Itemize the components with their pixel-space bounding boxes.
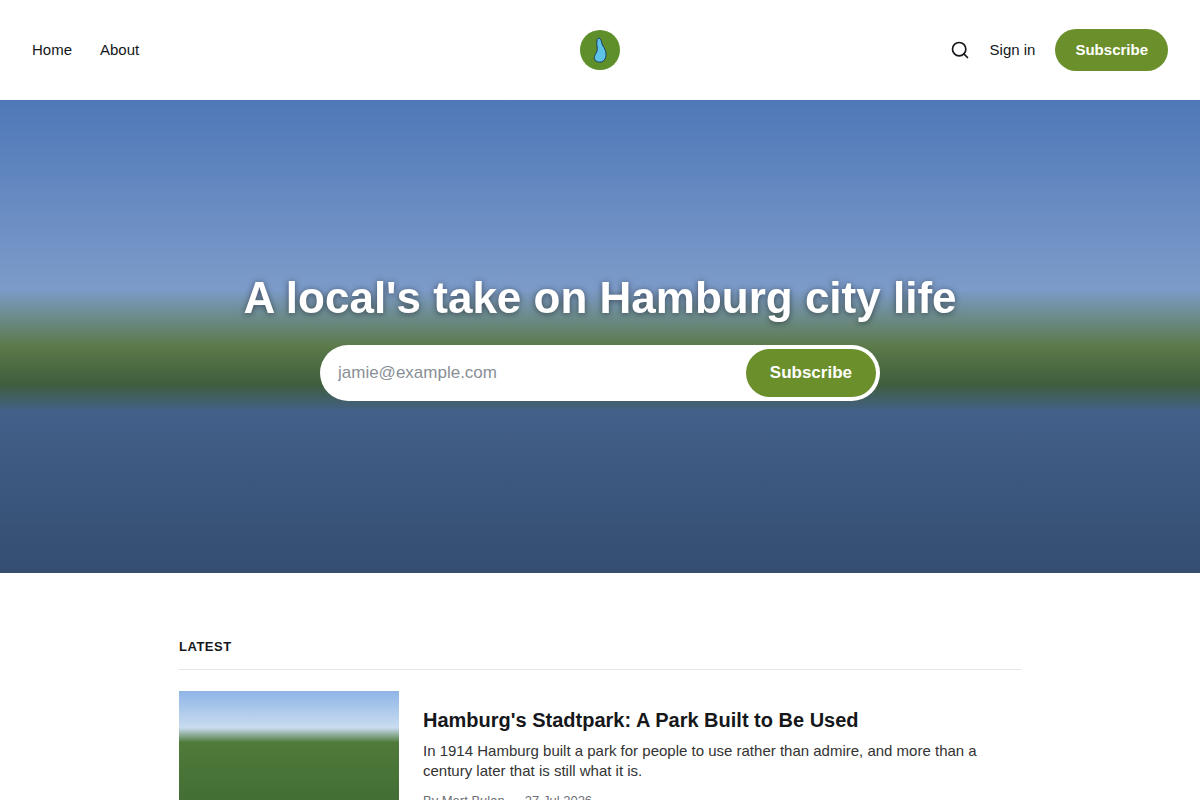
post-text: Hamburg's Stadtpark: A Park Built to Be … <box>423 691 1021 800</box>
search-icon[interactable] <box>950 40 970 60</box>
post-title[interactable]: Hamburg's Stadtpark: A Park Built to Be … <box>423 707 1021 733</box>
latest-heading: LATEST <box>179 637 1021 670</box>
site-header: Home About Sign in Subscribe <box>0 0 1200 100</box>
post-image[interactable] <box>179 691 399 800</box>
post-byline: By Mert Bulan — 27 Jul 2026 <box>423 791 1021 800</box>
logo-icon[interactable] <box>580 30 620 70</box>
latest-section: LATEST Hamburg's Stadtpark: A Park Built … <box>179 573 1021 800</box>
email-input[interactable] <box>324 360 746 386</box>
post-excerpt: In 1914 Hamburg built a park for people … <box>423 741 1021 781</box>
hero: A local's take on Hamburg city life Subsc… <box>0 100 1200 573</box>
main-nav: Home About <box>32 39 411 62</box>
subscribe-form: Subscribe <box>320 345 880 401</box>
header-actions: Sign in Subscribe <box>789 29 1168 72</box>
hero-subscribe-button[interactable]: Subscribe <box>746 349 876 397</box>
nav-link[interactable]: About <box>100 39 139 62</box>
nav-link[interactable]: Home <box>32 39 72 62</box>
sign-in-link[interactable]: Sign in <box>990 39 1036 62</box>
hero-title: A local's take on Hamburg city life <box>243 272 956 325</box>
post-card[interactable]: Hamburg's Stadtpark: A Park Built to Be … <box>179 691 1021 800</box>
page: HomeAboutSign inSubscribeA local's take … <box>0 0 1200 800</box>
subscribe-button[interactable]: Subscribe <box>1055 29 1168 72</box>
logo-wrap <box>411 30 790 70</box>
